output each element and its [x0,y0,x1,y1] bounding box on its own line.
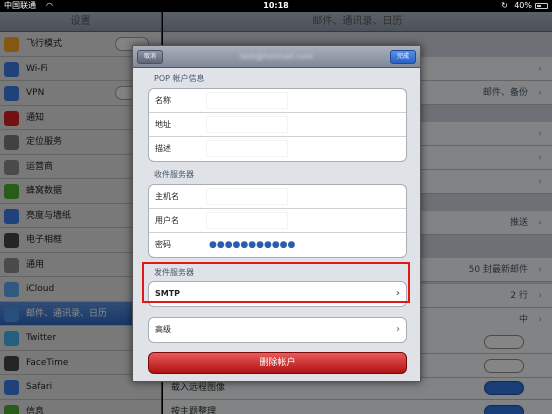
delete-account-button[interactable]: 删除帐户 [148,352,407,374]
address-label: 地址 [155,120,171,129]
password-row[interactable]: 密码 ●●●●●●●●●●● [149,233,406,257]
address-row[interactable]: 地址 [149,113,406,137]
advanced-row[interactable]: 高级 › [149,318,406,342]
password-label: 密码 [155,240,171,249]
hostname-field[interactable] [207,189,287,204]
rotation-lock-icon: ↻ [501,1,508,10]
incoming-section-label: 收件服务器 [154,170,194,179]
account-modal: 取消 test@hotmail.com 完成 POP 帐户信息 名称 地址 描述… [132,45,421,382]
username-label: 用户名 [155,216,179,225]
pop-group: 名称 地址 描述 [148,88,407,162]
address-field[interactable] [207,117,287,132]
done-button[interactable]: 完成 [390,50,416,64]
username-row[interactable]: 用户名 [149,209,406,233]
description-field[interactable] [207,141,287,156]
advanced-label: 高级 [155,325,171,334]
pop-section-label: POP 帐户信息 [154,74,205,83]
description-row[interactable]: 描述 [149,137,406,161]
modal-title: test@hotmail.com [239,52,314,61]
incoming-group: 主机名 用户名 密码 ●●●●●●●●●●● [148,184,407,258]
battery-percent: 40% [514,1,532,10]
name-row[interactable]: 名称 [149,89,406,113]
advanced-group: 高级 › [148,317,407,343]
username-field[interactable] [207,213,287,228]
chevron-right-icon: › [396,324,400,335]
hostname-label: 主机名 [155,192,179,201]
hostname-row[interactable]: 主机名 [149,185,406,209]
clock: 10:18 [263,1,289,10]
password-field[interactable]: ●●●●●●●●●●● [209,233,295,257]
modal-navbar: 取消 test@hotmail.com 完成 [133,46,420,68]
status-bar: 中国联通 ◠ 10:18 ↻ 40% [0,0,552,12]
name-field[interactable] [207,93,287,108]
name-label: 名称 [155,96,171,105]
battery-icon [535,3,548,9]
description-label: 描述 [155,144,171,153]
cancel-button[interactable]: 取消 [137,50,163,64]
highlight-box [142,262,410,303]
